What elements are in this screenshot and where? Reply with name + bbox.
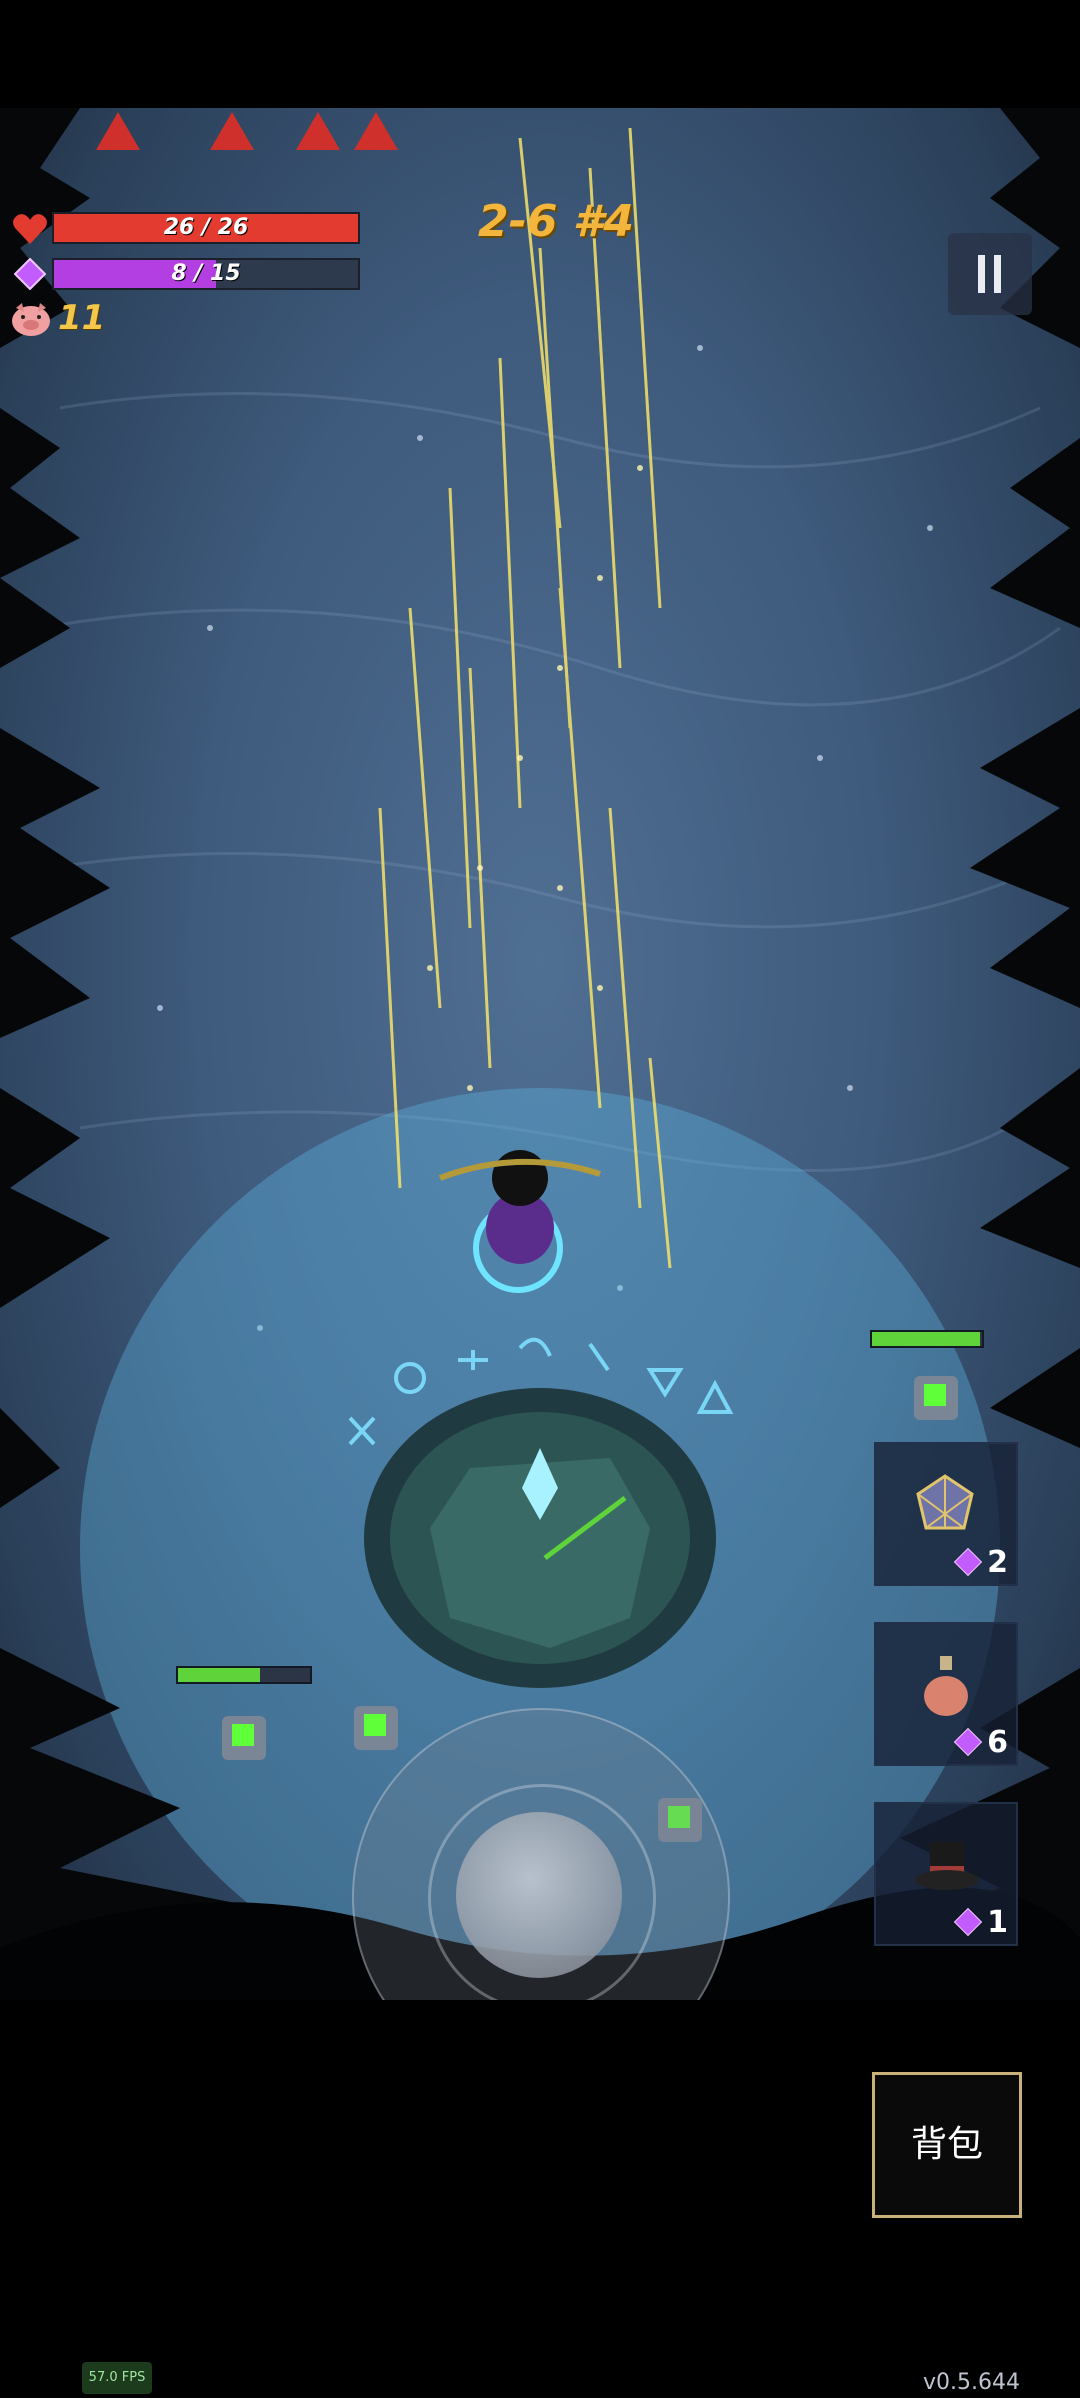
pig-icon: [12, 303, 50, 336]
enemy-health-bar: [176, 1666, 312, 1684]
inventory-slot-potion[interactable]: 6: [874, 1622, 1018, 1766]
enemy-health-bar: [870, 1330, 984, 1348]
diamond-gem-icon: [14, 258, 46, 290]
hp-bar: 26 / 26: [52, 212, 360, 244]
slot-cost: 6: [987, 1725, 1008, 1760]
top-status-area: [0, 0, 1080, 108]
pause-icon: [978, 255, 985, 293]
potion-bottle-icon: [924, 1656, 968, 1716]
danger-indicators: [96, 112, 398, 150]
slot-cost: 2: [987, 1545, 1008, 1580]
diamond-gem-icon: [953, 1547, 983, 1577]
level-indicator: 2-6 #4: [478, 196, 635, 247]
crystal-cage-icon: [916, 1474, 974, 1530]
pause-button[interactable]: [948, 233, 1032, 315]
version-label: v0.5.644: [923, 2370, 1020, 2395]
bag-button[interactable]: 背包: [872, 2072, 1022, 2218]
top-hat-icon: [915, 1842, 979, 1890]
bag-label: 背包: [910, 2124, 983, 2165]
diamond-gem-icon: [953, 1907, 983, 1937]
inventory-slot-crystal-cage[interactable]: 2: [874, 1442, 1018, 1586]
fps-counter: 57.0 FPS: [82, 2362, 152, 2394]
heart-icon: [13, 214, 47, 244]
joystick-knob[interactable]: [456, 1812, 622, 1978]
diamond-gem-icon: [953, 1727, 983, 1757]
hp-text: 26 / 26: [163, 215, 249, 240]
coin-count: 11: [58, 298, 106, 338]
inventory-slot-top-hat[interactable]: 1: [874, 1802, 1018, 1946]
mana-bar: 8 / 15: [52, 258, 360, 290]
mana-text: 8 / 15: [171, 261, 241, 286]
slot-cost: 1: [987, 1905, 1008, 1940]
